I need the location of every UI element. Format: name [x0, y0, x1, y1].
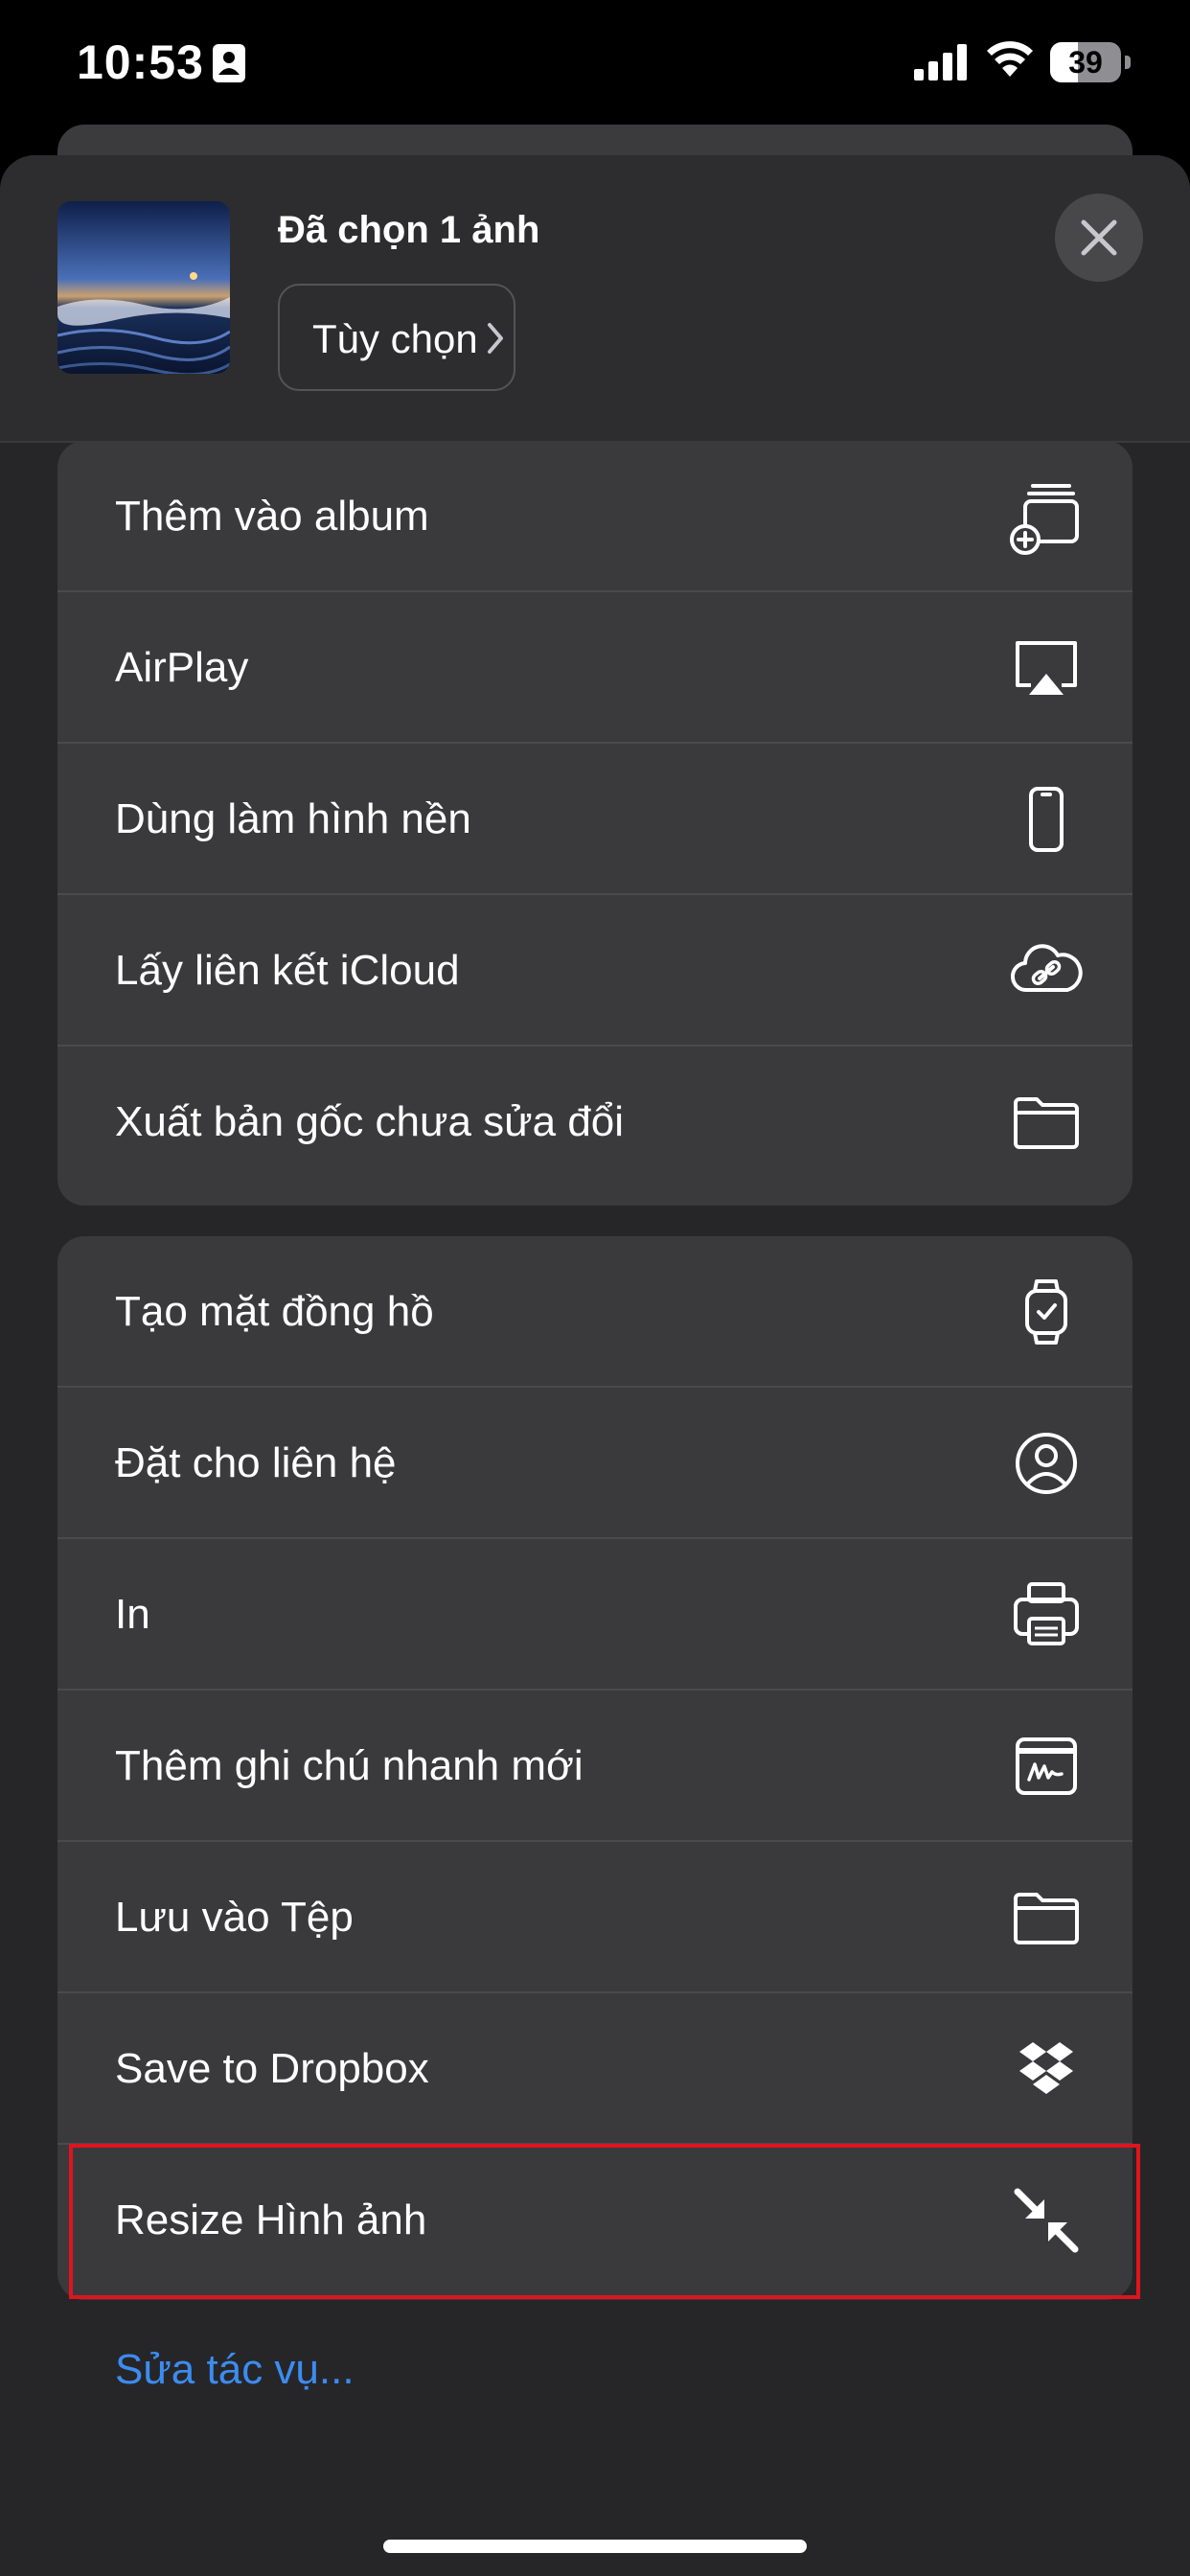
airplay-icon [1008, 630, 1085, 706]
cloud-link-icon [1008, 932, 1085, 1009]
action-label: In [115, 1591, 150, 1638]
action-label: Save to Dropbox [115, 2045, 429, 2092]
action-use-as-wallpaper[interactable]: Dùng làm hình nền [57, 744, 1133, 895]
contact-card-icon [213, 44, 245, 82]
action-save-to-files[interactable]: Lưu vào Tệp [57, 1842, 1133, 1993]
options-button[interactable]: Tùy chọn [278, 284, 515, 391]
wifi-icon [985, 38, 1035, 83]
battery-level-text: 39 [1068, 45, 1103, 80]
action-label: Lấy liên kết iCloud [115, 947, 460, 994]
action-new-quick-note[interactable]: Thêm ghi chú nhanh mới [57, 1690, 1133, 1842]
action-label: Thêm vào album [115, 493, 429, 540]
status-time: 10:53 [77, 35, 204, 89]
action-label: AirPlay [115, 644, 249, 691]
action-group-photos: Thêm vào album AirPlay Dùng làm hình nền… [57, 441, 1133, 1206]
action-group-more: Tạo mặt đồng hồ Đặt cho liên hệ In Thêm … [57, 1236, 1133, 2300]
printer-icon [1008, 1576, 1085, 1653]
action-label: Dùng làm hình nền [115, 795, 471, 842]
close-icon [1081, 219, 1117, 256]
action-label: Đặt cho liên hệ [115, 1439, 397, 1486]
dropbox-icon [1008, 2031, 1085, 2107]
photo-thumbnail [57, 201, 230, 374]
chevron-right-icon [487, 322, 504, 359]
action-print[interactable]: In [57, 1539, 1133, 1690]
action-create-watch-face[interactable]: Tạo mặt đồng hồ [57, 1236, 1133, 1388]
action-save-to-dropbox[interactable]: Save to Dropbox [57, 1993, 1133, 2145]
action-label: Tạo mặt đồng hồ [115, 1288, 434, 1335]
edit-actions-link[interactable]: Sửa tác vụ... [115, 2346, 355, 2394]
close-button[interactable] [1055, 194, 1143, 282]
highlight-box [69, 2144, 1140, 2299]
watch-icon [1008, 1274, 1085, 1350]
battery-indicator: 39 [1050, 42, 1131, 84]
quick-note-icon [1008, 1728, 1085, 1805]
share-sheet-header: Đã chọn 1 ảnh Tùy chọn [0, 155, 1190, 443]
options-label: Tùy chọn [312, 316, 478, 361]
action-label: Xuất bản gốc chưa sửa đổi [115, 1098, 625, 1145]
action-airplay[interactable]: AirPlay [57, 592, 1133, 744]
action-export-unmodified-original[interactable]: Xuất bản gốc chưa sửa đổi [57, 1046, 1133, 1198]
action-icloud-link[interactable]: Lấy liên kết iCloud [57, 895, 1133, 1046]
action-label: Lưu vào Tệp [115, 1894, 354, 1941]
folder-icon [1008, 1879, 1085, 1956]
selection-title: Đã chọn 1 ảnh [278, 209, 540, 251]
iphone-icon [1008, 781, 1085, 858]
action-label: Thêm ghi chú nhanh mới [115, 1742, 584, 1789]
cellular-signal-icon [914, 42, 970, 85]
action-assign-to-contact[interactable]: Đặt cho liên hệ [57, 1388, 1133, 1539]
person-circle-icon [1008, 1425, 1085, 1502]
folder-icon [1008, 1084, 1085, 1161]
add-to-album-icon [1008, 478, 1085, 555]
home-indicator[interactable] [383, 2540, 807, 2553]
action-add-to-album[interactable]: Thêm vào album [57, 441, 1133, 592]
status-bar: 10:53 39 [0, 0, 1190, 134]
